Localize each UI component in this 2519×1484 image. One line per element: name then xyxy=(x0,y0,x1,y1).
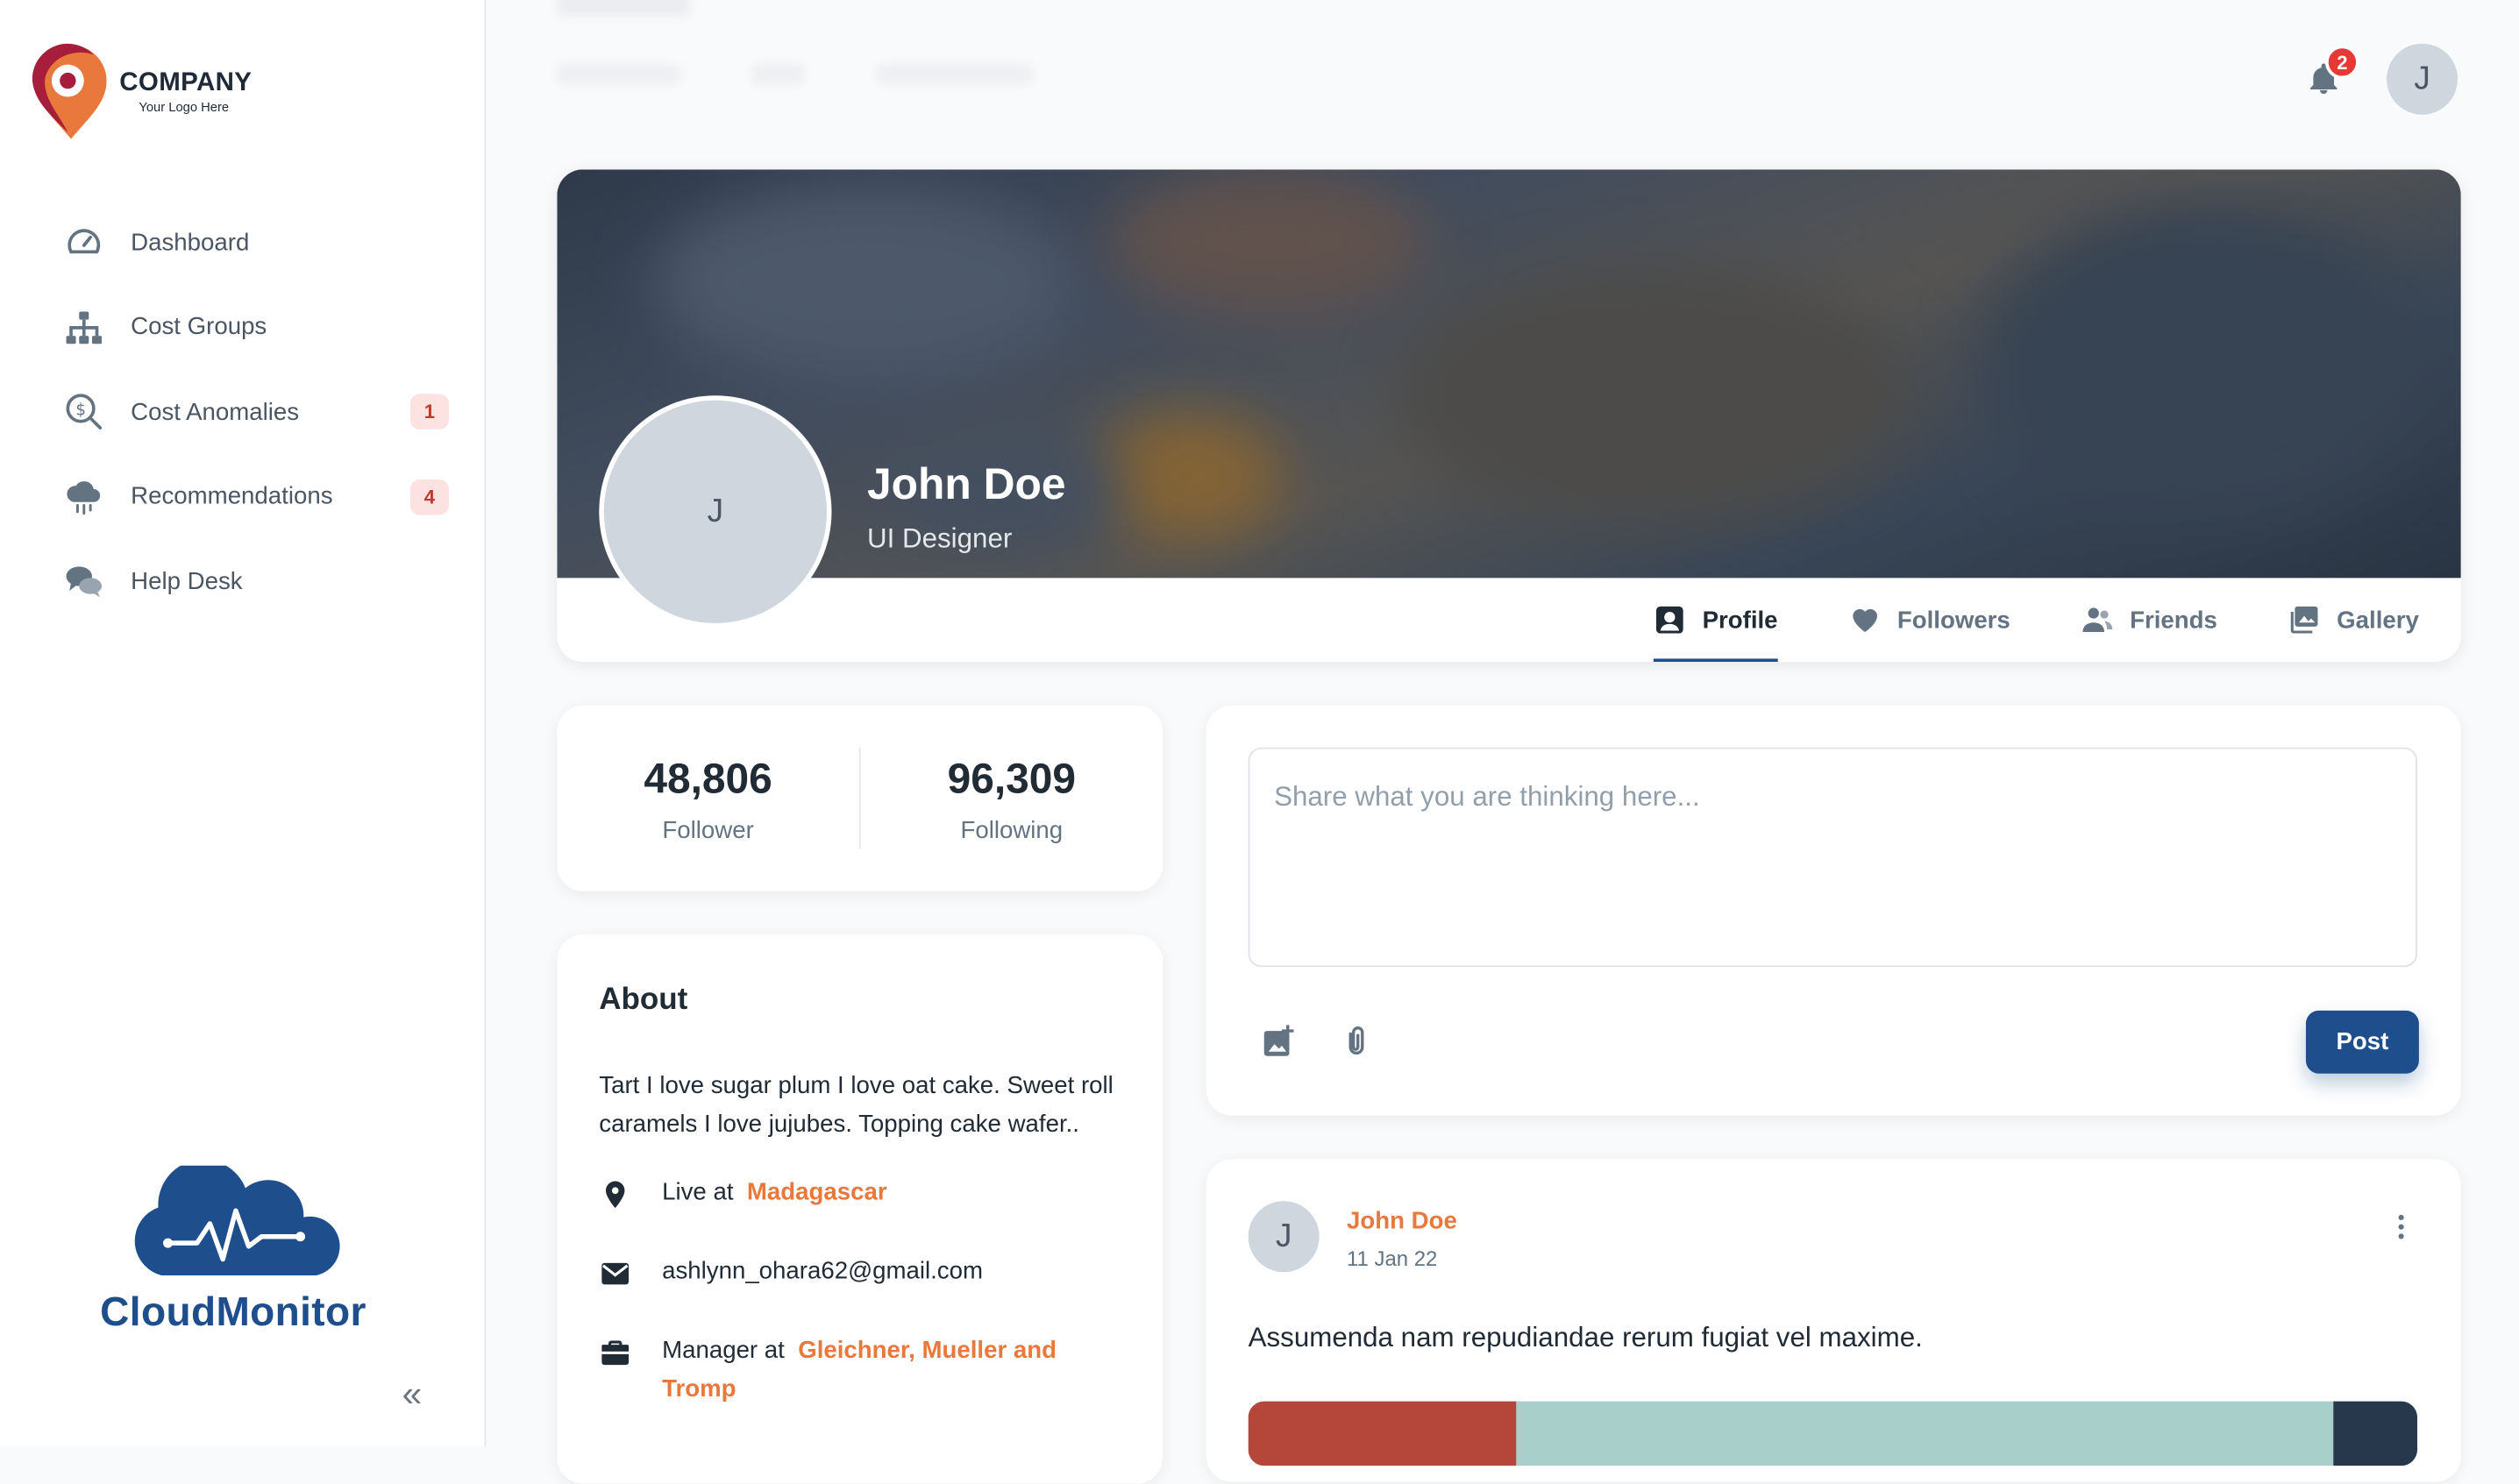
work-row: Manager at Gleichner, Mueller and Tromp xyxy=(599,1331,1121,1409)
add-image-icon[interactable] xyxy=(1261,1024,1297,1060)
post-card: J John Doe 11 Jan 22 Assumenda nam repud… xyxy=(1206,1159,2461,1482)
about-title: About xyxy=(599,983,688,1018)
post-button[interactable]: Post xyxy=(2305,1010,2419,1074)
cloud-pulse-icon xyxy=(134,1159,340,1275)
tab-label: Followers xyxy=(1896,606,2010,634)
sidebar-item-label: Help Desk xyxy=(131,567,243,596)
location-prefix: Live at xyxy=(662,1178,734,1206)
profile-avatar: J xyxy=(599,395,832,628)
about-text: Tart I love sugar plum I love oat cake. … xyxy=(599,1071,1114,1139)
cloudmonitor-logo: CloudMonitor xyxy=(100,1159,384,1337)
blurred-breadcrumb xyxy=(752,64,805,84)
follower-stat: 48,806 Follower xyxy=(557,706,858,891)
cover-image xyxy=(557,169,2461,579)
sidebar-item-label: Cost Groups xyxy=(131,313,267,342)
profile-tabs: Profile Followers Friends Gallery xyxy=(1583,578,2419,663)
speedometer-icon xyxy=(65,224,103,262)
follower-count: 48,806 xyxy=(644,753,772,802)
images-icon xyxy=(2290,606,2318,634)
cloud-rain-icon xyxy=(65,478,103,516)
post-author[interactable]: John Doe xyxy=(1347,1208,1457,1235)
sidebar-item-cost-anomalies[interactable]: $ Cost Anomalies 1 xyxy=(0,370,485,455)
blurred-page-title xyxy=(557,0,690,17)
more-vertical-icon[interactable] xyxy=(2385,1211,2417,1243)
tab-friends[interactable]: Friends xyxy=(2081,578,2217,662)
dollar-search-icon: $ xyxy=(65,393,103,431)
follower-label: Follower xyxy=(662,815,754,844)
sidebar-item-label: Recommendations xyxy=(131,483,333,511)
work-prefix: Manager at xyxy=(662,1336,785,1365)
svg-text:$: $ xyxy=(75,401,86,420)
avatar[interactable]: J xyxy=(1248,1201,1320,1273)
hierarchy-icon xyxy=(65,308,103,346)
sidebar-item-label: Cost Anomalies xyxy=(131,398,300,426)
sidebar-item-cost-groups[interactable]: Cost Groups xyxy=(0,285,485,370)
location-pin-logo-icon xyxy=(32,43,107,139)
tab-profile[interactable]: Profile xyxy=(1654,578,1778,663)
profile-cover-card: J John Doe UI Designer Profile Followers… xyxy=(557,169,2461,663)
profile-role: UI Designer xyxy=(866,522,1013,554)
tab-followers[interactable]: Followers xyxy=(1849,578,2010,662)
id-badge-icon xyxy=(1656,606,1684,634)
email-text: ashlynn_ohara62@gmail.com xyxy=(662,1257,983,1285)
post-body: Assumenda nam repudiandae rerum fugiat v… xyxy=(1248,1322,1923,1353)
mail-icon xyxy=(599,1253,631,1303)
tab-gallery[interactable]: Gallery xyxy=(2288,578,2419,662)
sidebar-item-help-desk[interactable]: Help Desk xyxy=(0,539,485,624)
post-date: 11 Jan 22 xyxy=(1346,1246,1438,1271)
cloudmonitor-text: CloudMonitor xyxy=(100,1289,366,1336)
sidebar-item-recommendations[interactable]: Recommendations 4 xyxy=(0,454,485,539)
tab-label: Profile xyxy=(1702,606,1778,634)
sidebar-item-dashboard[interactable]: Dashboard xyxy=(0,200,485,285)
company-tagline: Your Logo Here xyxy=(139,100,230,115)
email-row: ashlynn_ohara62@gmail.com xyxy=(599,1253,1121,1303)
company-logo[interactable]: COMPANY Your Logo Here xyxy=(29,42,252,142)
following-count: 96,309 xyxy=(947,753,1077,802)
location-pin-icon xyxy=(599,1174,631,1224)
paperclip-icon[interactable] xyxy=(1339,1024,1375,1060)
people-icon xyxy=(2082,607,2113,633)
notification-badge: 2 xyxy=(2325,45,2359,80)
chat-bubbles-icon xyxy=(65,562,103,600)
sidebar-item-label: Dashboard xyxy=(131,229,250,257)
count-badge: 4 xyxy=(409,479,449,515)
company-name: COMPANY xyxy=(119,69,253,97)
profile-name: John Doe xyxy=(866,459,1066,509)
tab-label: Friends xyxy=(2130,606,2217,634)
post-input[interactable]: Share what you are thinking here... xyxy=(1248,747,2418,968)
location-row: Live at Madagascar xyxy=(599,1174,1121,1224)
blurred-breadcrumb xyxy=(877,64,1032,84)
following-label: Following xyxy=(960,815,1064,844)
blurred-breadcrumb xyxy=(557,64,680,84)
heart-icon xyxy=(1853,608,1877,633)
double-chevron-left-icon[interactable]: « xyxy=(402,1374,423,1416)
location-link[interactable]: Madagascar xyxy=(747,1178,887,1205)
briefcase-icon xyxy=(599,1331,631,1381)
following-stat: 96,309 Following xyxy=(861,706,1163,891)
tab-label: Gallery xyxy=(2337,606,2419,634)
post-composer: Share what you are thinking here... Post xyxy=(1206,705,2461,1116)
stats-card: 48,806 Follower 96,309 Following xyxy=(557,705,1163,891)
post-image[interactable] xyxy=(1248,1401,2418,1466)
sidebar-nav: Dashboard Cost Groups $ Cost Anomalies 1 xyxy=(0,200,485,623)
count-badge: 1 xyxy=(409,394,449,430)
avatar[interactable]: J xyxy=(2387,43,2459,115)
sidebar: COMPANY Your Logo Here Dashboard Cost Gr… xyxy=(0,0,487,1447)
about-card: About Tart I love sugar plum I love oat … xyxy=(557,934,1163,1484)
